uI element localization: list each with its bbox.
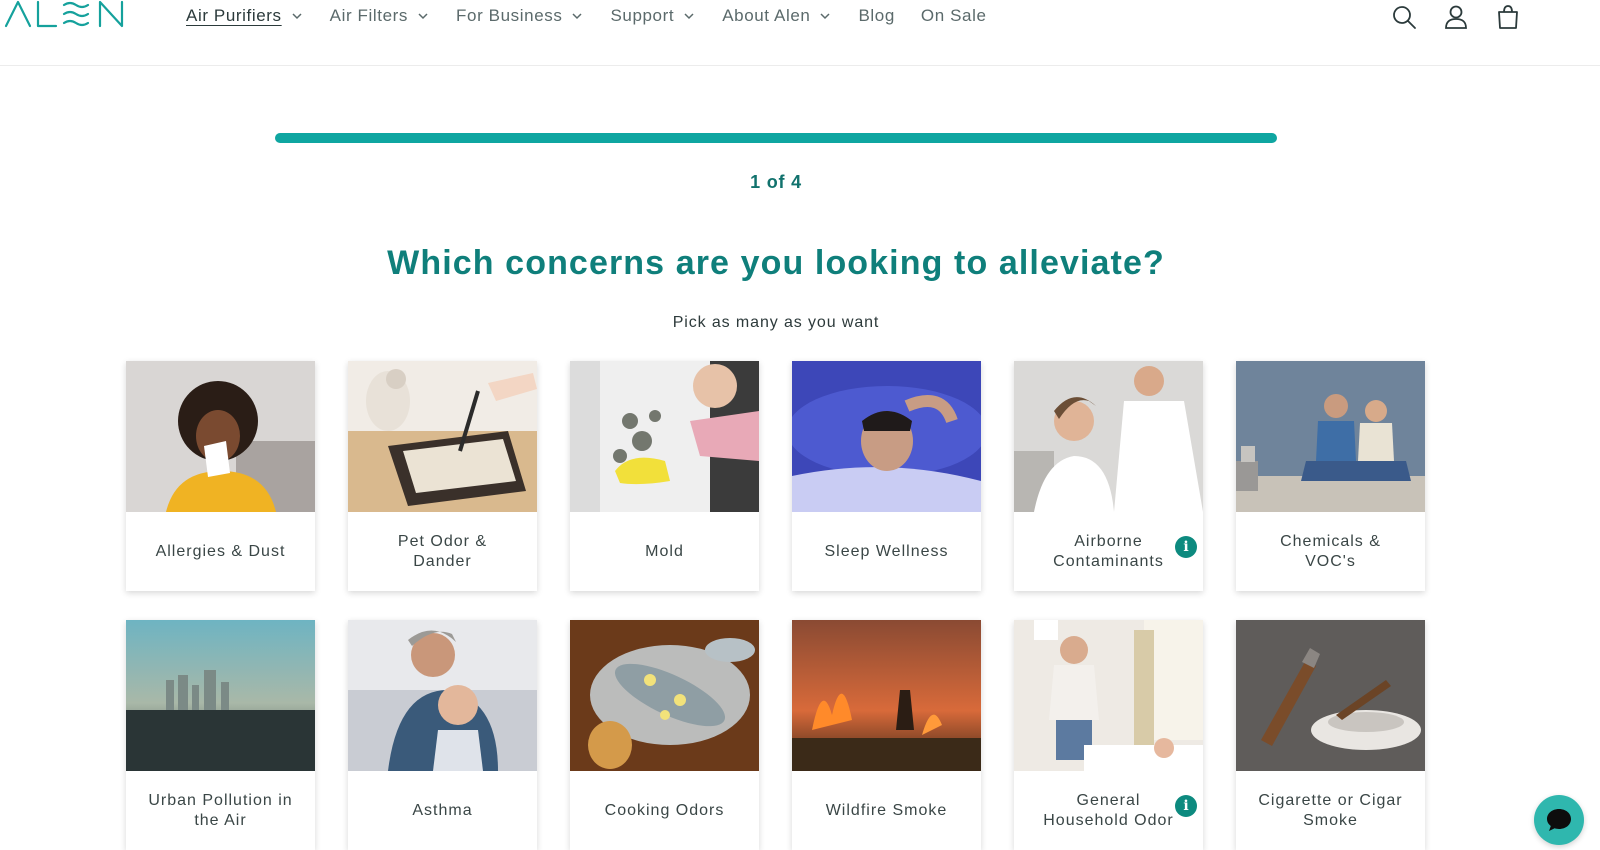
nav-item-air-filters[interactable]: Air Filters <box>330 6 430 26</box>
option-card-sleep-wellness[interactable]: Sleep Wellness <box>792 361 981 591</box>
nav-item-blog[interactable]: Blog <box>858 6 894 26</box>
question-title: Which concerns are you looking to allevi… <box>387 244 1165 282</box>
cooking-photo <box>570 620 759 771</box>
nav-label: Air Filters <box>329 6 409 25</box>
wildfire-photo <box>792 620 981 771</box>
alen-logo[interactable] <box>4 0 144 32</box>
option-card-allergies-dust[interactable]: Allergies & Dust <box>126 361 315 591</box>
option-label: Sleep Wellness <box>824 542 949 560</box>
search-icon[interactable] <box>1390 3 1418 31</box>
nav-item-for-business[interactable]: For Business <box>456 6 584 26</box>
option-label: Cooking Odors <box>604 801 725 819</box>
nav-item-support[interactable]: Support <box>610 6 696 26</box>
option-label: Pet Odor & Dander <box>397 532 488 570</box>
option-card-general-household-odor[interactable]: General Household Odor i <box>1014 620 1203 850</box>
progress-bar <box>275 133 1277 143</box>
nav-label: Support <box>610 6 675 25</box>
option-label: Mold <box>645 542 684 560</box>
option-card-urban-pollution[interactable]: Urban Pollution in the Air <box>126 620 315 850</box>
nav-item-air-purifiers[interactable]: Air Purifiers <box>186 6 304 26</box>
nav-label: On Sale <box>920 6 987 25</box>
step-indicator: 1 of 4 <box>750 172 802 192</box>
nav-label: About Alen <box>722 6 811 25</box>
progress-bar-fill <box>275 133 1277 143</box>
option-card-cooking-odors[interactable]: Cooking Odors <box>570 620 759 850</box>
allergies-photo <box>126 361 315 512</box>
option-card-airborne-contaminants[interactable]: Airborne Contaminants i <box>1014 361 1203 591</box>
mold-photo <box>570 361 759 512</box>
option-card-cigarette-cigar-smoke[interactable]: Cigarette or Cigar Smoke <box>1236 620 1425 850</box>
option-label: Airborne Contaminants <box>1053 532 1164 570</box>
option-card-pet-odor-dander[interactable]: Pet Odor & Dander <box>348 361 537 591</box>
chat-bubble-icon <box>1547 809 1571 831</box>
main-nav: Air Purifiers Air Filters For Business S… <box>186 4 1013 28</box>
option-label: Chemicals & VOC's <box>1280 532 1381 570</box>
option-label: Asthma <box>412 801 473 819</box>
chevron-down-icon <box>820 13 830 20</box>
urban-smog-photo <box>126 620 315 771</box>
option-card-mold[interactable]: Mold <box>570 361 759 591</box>
info-icon[interactable]: i <box>1175 795 1197 817</box>
option-label: General Household Odor <box>1043 791 1174 829</box>
nav-item-about-alen[interactable]: About Alen <box>722 6 832 26</box>
info-icon[interactable]: i <box>1175 536 1197 558</box>
nav-item-on-sale[interactable]: On Sale <box>921 6 987 26</box>
option-card-chemicals-vocs[interactable]: Chemicals & VOC's <box>1236 361 1425 591</box>
chevron-down-icon <box>418 13 428 20</box>
nav-label: Blog <box>858 6 895 25</box>
nav-label: For Business <box>456 6 563 25</box>
option-label: Allergies & Dust <box>155 542 286 560</box>
option-card-wildfire-smoke[interactable]: Wildfire Smoke <box>792 620 981 850</box>
chemicals-photo <box>1236 361 1425 512</box>
chevron-down-icon <box>684 13 694 20</box>
cigar-photo <box>1236 620 1425 771</box>
chevron-down-icon <box>292 13 302 20</box>
asthma-photo <box>348 620 537 771</box>
option-label: Urban Pollution in the Air <box>148 791 293 829</box>
cart-icon[interactable] <box>1494 3 1522 31</box>
option-card-asthma[interactable]: Asthma <box>348 620 537 850</box>
question-subtitle: Pick as many as you want <box>672 314 880 331</box>
option-label: Cigarette or Cigar Smoke <box>1258 791 1403 829</box>
nav-label: Air Purifiers <box>186 6 282 25</box>
header-icons <box>1366 3 1522 31</box>
airborne-photo <box>1014 361 1203 512</box>
chevron-down-icon <box>572 13 582 20</box>
sleep-photo <box>792 361 981 512</box>
household-photo <box>1014 620 1203 771</box>
pet-litter-photo <box>348 361 537 512</box>
account-icon[interactable] <box>1442 3 1470 31</box>
option-label: Wildfire Smoke <box>825 801 948 819</box>
site-header: Air Purifiers Air Filters For Business S… <box>0 0 1600 66</box>
chat-button[interactable] <box>1534 795 1584 845</box>
